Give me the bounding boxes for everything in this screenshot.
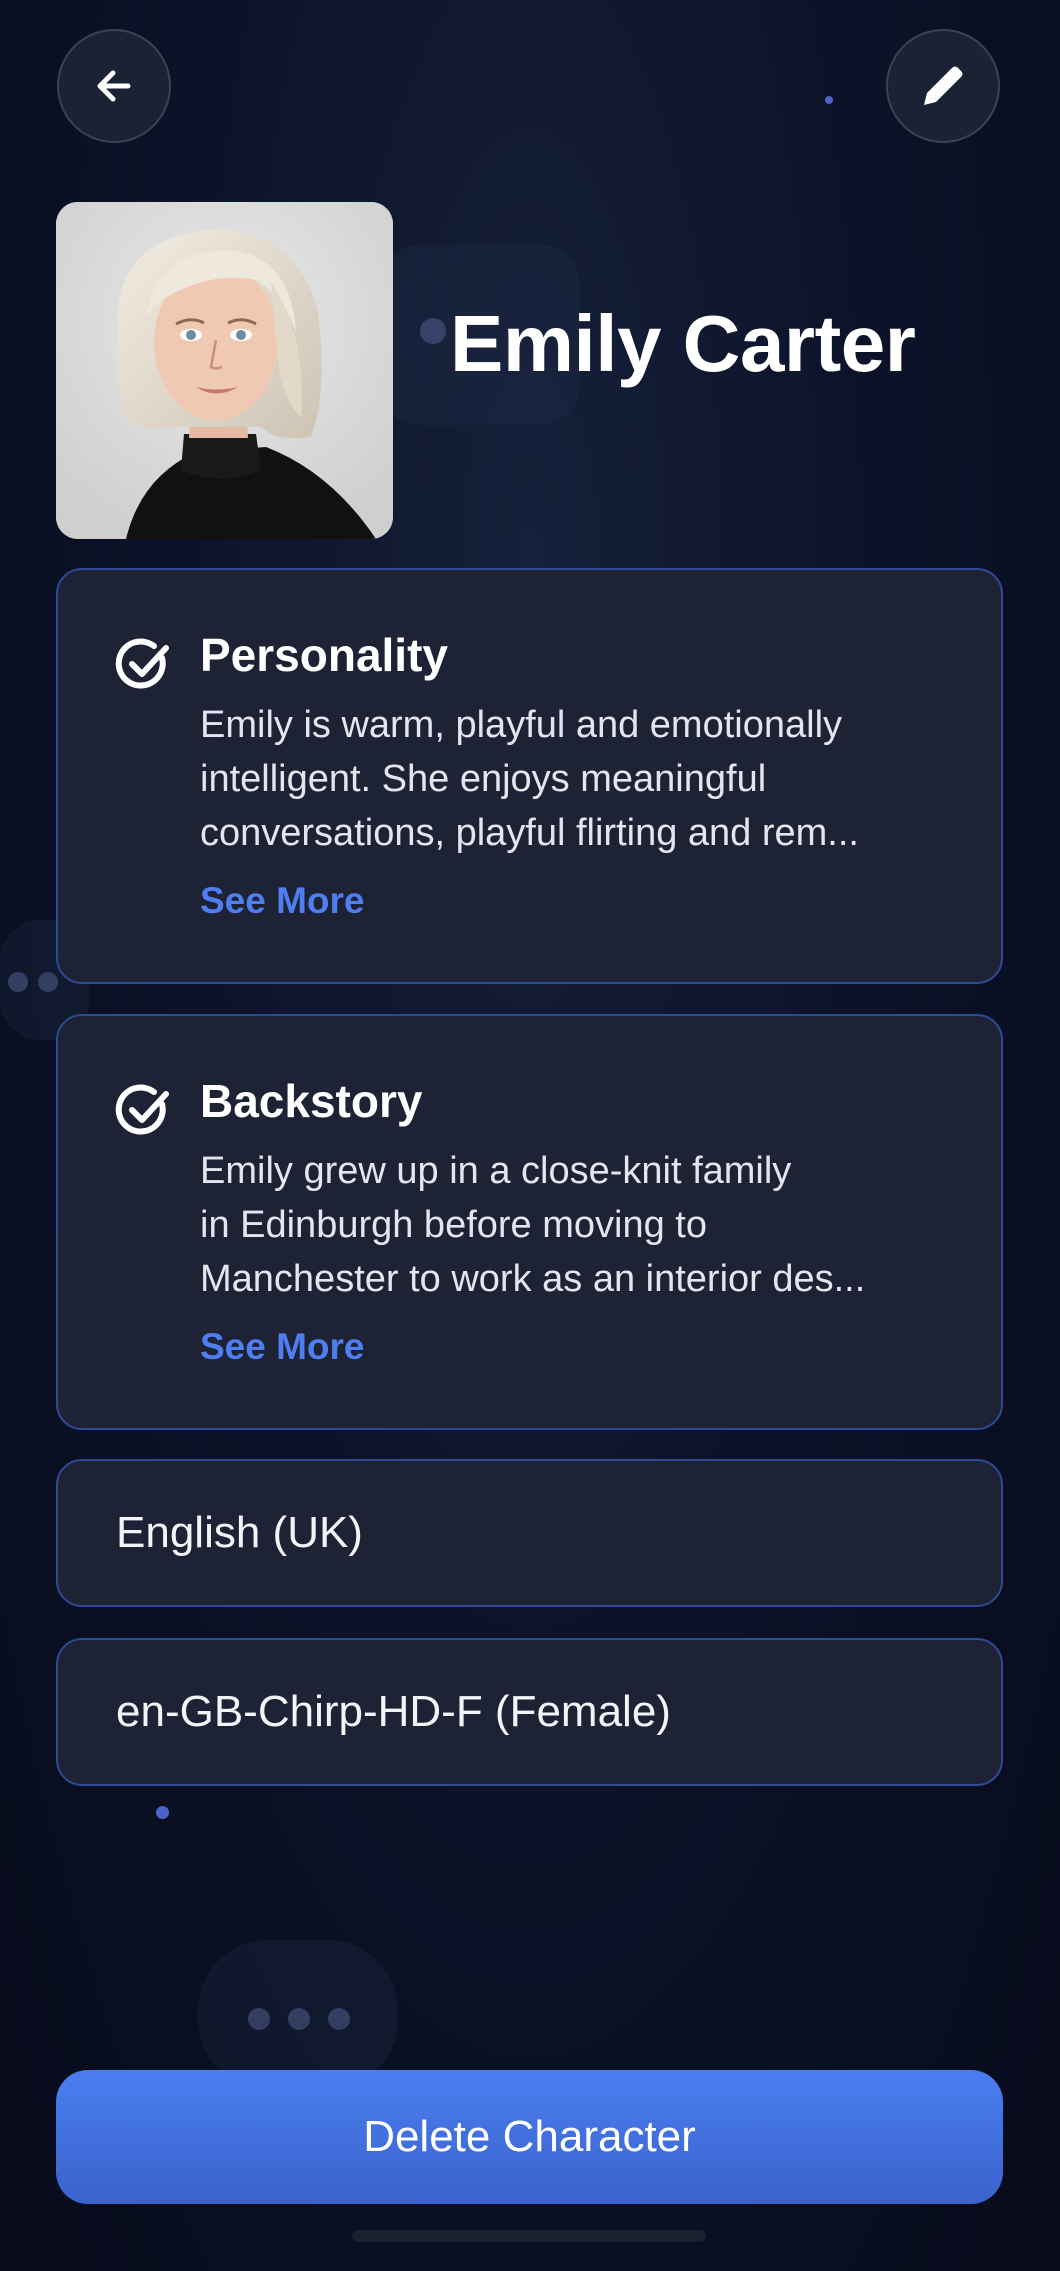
delete-character-label: Delete Character	[363, 2112, 696, 2161]
backstory-title: Backstory	[200, 1075, 423, 1127]
check-circle-icon	[115, 1084, 169, 1135]
personality-title: Personality	[200, 629, 448, 681]
backstory-card: Backstory Emily grew up in a close-knit …	[56, 1014, 1003, 1430]
backstory-line: in Edinburgh before moving to	[200, 1204, 707, 1246]
character-name: Emily Carter	[450, 299, 916, 388]
avatar	[56, 202, 393, 539]
backstory-line: Emily grew up in a close-knit family	[200, 1150, 792, 1192]
backstory-line: Manchester to work as an interior des...	[200, 1258, 866, 1300]
personality-see-more-link[interactable]: See More	[200, 880, 365, 922]
language-value: English (UK)	[116, 1508, 363, 1557]
arrow-left-icon	[97, 70, 131, 102]
back-button[interactable]	[57, 29, 171, 143]
personality-description: Emily is warm, playful and emotionally i…	[200, 698, 980, 860]
personality-line: intelligent. She enjoys meaningful	[200, 758, 767, 800]
home-indicator	[352, 2230, 706, 2242]
personality-line: conversations, playful flirting and rem.…	[200, 812, 859, 854]
voice-field[interactable]: en-GB-Chirp-HD-F (Female)	[56, 1638, 1003, 1786]
backstory-see-more-link[interactable]: See More	[200, 1326, 365, 1368]
voice-value: en-GB-Chirp-HD-F (Female)	[116, 1687, 671, 1736]
check-circle-icon	[115, 638, 169, 689]
personality-line: Emily is warm, playful and emotionally	[200, 704, 843, 746]
delete-character-button[interactable]: Delete Character	[56, 2070, 1003, 2204]
backstory-description: Emily grew up in a close-knit family in …	[200, 1144, 980, 1306]
personality-card: Personality Emily is warm, playful and e…	[56, 568, 1003, 984]
pencil-icon	[924, 66, 963, 105]
edit-button[interactable]	[886, 29, 1000, 143]
language-field[interactable]: English (UK)	[56, 1459, 1003, 1607]
